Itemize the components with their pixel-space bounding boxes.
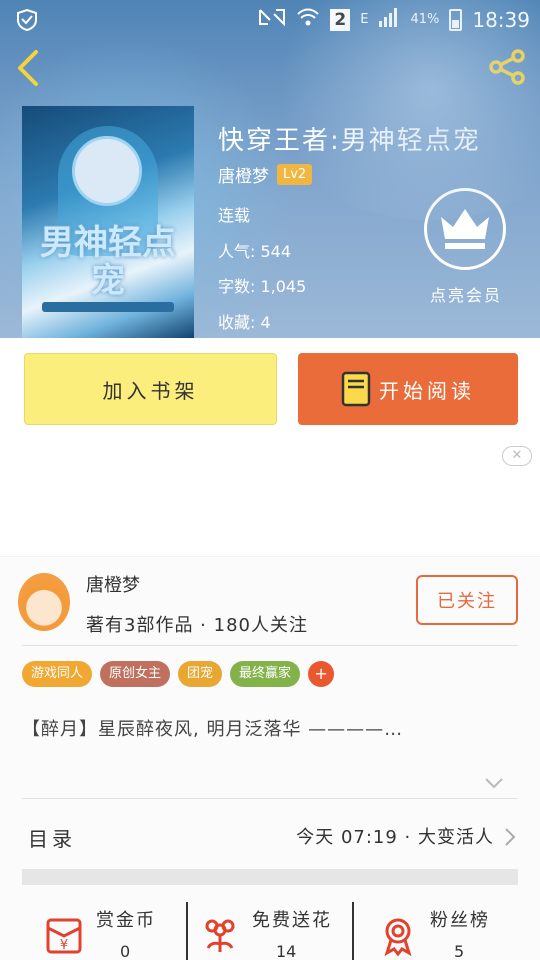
book-favorites: 收藏: 4	[218, 313, 271, 332]
author-stats: 著有3部作品 · 180人关注	[86, 615, 308, 636]
wifi-icon	[296, 6, 320, 33]
tag-item[interactable]: 团宠	[178, 661, 223, 687]
book-header: 2 E 41% 18:39 男神轻点宠 快穿王者:男神轻点宠 唐橙梦 Lv2 连…	[0, 0, 540, 338]
book-popularity: 人气: 544	[218, 242, 292, 261]
book-status: 连载	[218, 206, 251, 225]
vip-button[interactable]	[424, 188, 506, 270]
follow-button[interactable]: 已关注	[416, 575, 518, 625]
status-bar: 2 E 41% 18:39	[0, 0, 540, 40]
author-avatar[interactable]	[18, 573, 70, 631]
divider	[22, 645, 518, 646]
author-card-name[interactable]: 唐橙梦	[86, 571, 140, 597]
send-flower-button[interactable]: 免费送花 14	[200, 902, 350, 960]
flower-icon	[200, 916, 240, 956]
start-reading-button[interactable]: 开始阅读	[298, 353, 518, 425]
tag-item[interactable]: 游戏同人	[22, 661, 93, 687]
sim-indicator: 2	[330, 8, 351, 31]
fan-ranking-label: 粉丝榜	[430, 910, 490, 931]
chevron-right-icon	[504, 827, 516, 847]
reward-coins-button[interactable]: ¥ 赏金币 0	[44, 902, 184, 960]
share-icon	[489, 49, 525, 85]
interaction-row: ¥ 赏金币 0 免费送花 14 粉丝榜 5	[0, 902, 540, 960]
start-reading-label: 开始阅读	[379, 378, 475, 403]
action-row: 加入书架 开始阅读	[0, 338, 540, 442]
cover-title-art: 男神轻点宠	[40, 223, 176, 301]
flower-label: 免费送花	[252, 910, 332, 931]
ad-banner: ✕	[0, 442, 540, 556]
battery-percent: 41%	[410, 12, 440, 27]
book-word-count: 字数: 1,045	[218, 277, 307, 296]
book-icon	[341, 371, 371, 407]
nfc-icon	[258, 6, 286, 33]
back-button[interactable]	[14, 48, 44, 88]
award-ribbon-icon	[378, 916, 418, 957]
chevron-left-icon	[18, 50, 38, 86]
add-tag-button[interactable]: +	[308, 661, 335, 687]
battery-icon	[449, 8, 463, 31]
divider	[352, 902, 354, 960]
book-author[interactable]: 唐橙梦	[218, 162, 269, 187]
network-type: E	[360, 12, 369, 27]
clock: 18:39	[472, 7, 530, 32]
fan-ranking-button[interactable]: 粉丝榜 5	[378, 902, 528, 960]
expand-intro-button[interactable]	[484, 775, 504, 789]
vip-label[interactable]: 点亮会员	[412, 282, 520, 306]
tag-item[interactable]: 原创女主	[100, 661, 171, 687]
author-card: 唐橙梦 著有3部作品 · 180人关注 已关注 游戏同人 原创女主 团宠 最终赢…	[0, 557, 540, 960]
toc-label: 目录	[28, 827, 76, 851]
reward-count: 0	[120, 942, 131, 960]
latest-chapter: 今天 07:19 · 大变活人	[296, 827, 494, 848]
table-of-contents-row[interactable]: 目录 今天 07:19 · 大变活人	[0, 799, 540, 869]
flower-count: 14	[276, 942, 297, 960]
chevron-down-icon	[485, 778, 503, 789]
reward-label: 赏金币	[96, 910, 156, 931]
signal-icon	[378, 6, 400, 33]
book-cover[interactable]: 男神轻点宠	[22, 106, 194, 338]
level-badge: Lv2	[277, 164, 313, 185]
book-title: 快穿王者:男神轻点宠	[218, 126, 481, 156]
share-button[interactable]	[488, 48, 528, 86]
section-gap	[22, 869, 518, 885]
fan-ranking-count: 5	[454, 942, 465, 960]
ad-close-button[interactable]: ✕	[502, 446, 532, 466]
tag-item[interactable]: 最终赢家	[230, 661, 301, 687]
red-envelope-icon: ¥	[44, 916, 84, 956]
svg-text:¥: ¥	[60, 938, 68, 953]
add-to-shelf-button[interactable]: 加入书架	[24, 353, 277, 425]
book-intro: 【醉月】星辰醉夜风, 明月泛落华 ————…	[22, 719, 404, 740]
tag-list: 游戏同人 原创女主 团宠 最终赢家 +	[22, 661, 335, 687]
vpn-shield-icon	[16, 8, 38, 37]
divider	[186, 902, 188, 960]
crown-icon	[441, 209, 489, 249]
